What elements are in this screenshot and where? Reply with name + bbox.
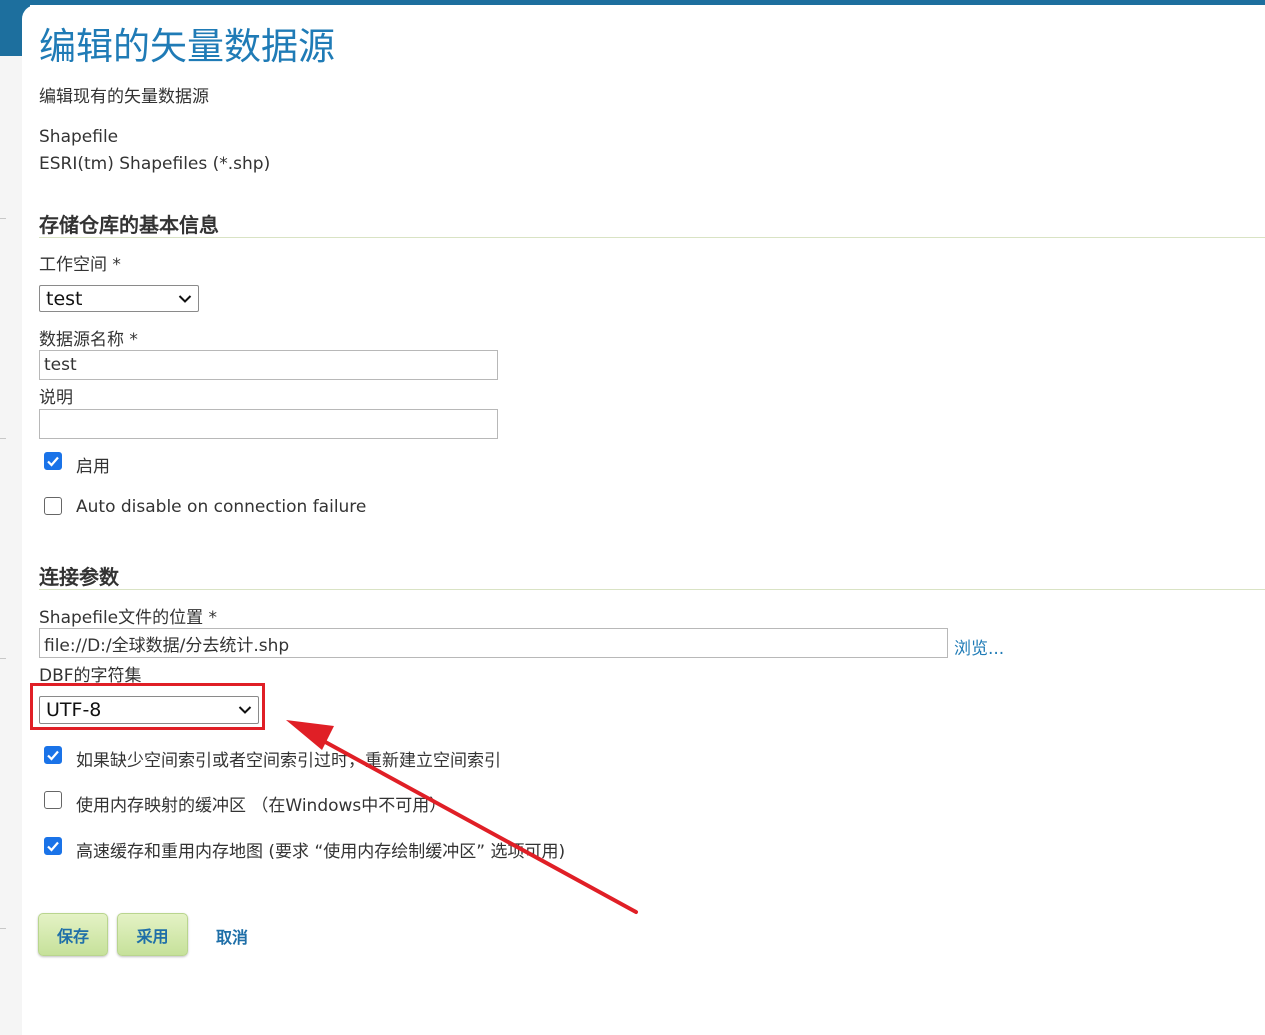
datastore-type: Shapefile xyxy=(39,127,119,147)
datastore-name-input[interactable]: test xyxy=(39,350,498,380)
charset-select-value: UTF-8 xyxy=(46,699,102,721)
section-divider xyxy=(39,237,1265,238)
datastore-description: ESRI(tm) Shapefiles (*.shp) xyxy=(39,154,271,174)
section-title-connection: 连接参数 xyxy=(39,565,119,589)
cancel-link[interactable]: 取消 xyxy=(216,924,248,948)
auto-disable-checkbox[interactable] xyxy=(44,497,62,515)
section-title-basic-info: 存储仓库的基本信息 xyxy=(39,213,219,237)
enabled-checkbox[interactable] xyxy=(44,452,62,470)
browse-link[interactable]: 浏览... xyxy=(954,634,1004,659)
datastore-name-value: test xyxy=(44,355,77,375)
rebuild-spatial-index-checkbox[interactable] xyxy=(44,746,62,764)
shapefile-location-value: file://D:/全球数据/分去统计.shp xyxy=(44,635,290,656)
charset-select[interactable]: UTF-8 xyxy=(39,696,259,724)
chevron-down-icon xyxy=(238,706,252,714)
enabled-label: 启用 xyxy=(76,457,110,477)
shapefile-location-input[interactable]: file://D:/全球数据/分去统计.shp xyxy=(39,628,948,658)
checkmark-icon xyxy=(47,841,59,852)
workspace-select-value: test xyxy=(46,287,83,310)
memory-mapped-buffer-label: 使用内存映射的缓冲区 （在Windows中不可用） xyxy=(76,796,447,816)
sidebar-tick xyxy=(0,658,6,659)
datastore-name-label: 数据源名称 * xyxy=(39,330,138,350)
workspace-select[interactable]: test xyxy=(39,285,199,312)
page-subtitle: 编辑现有的矢量数据源 xyxy=(39,87,209,107)
rebuild-spatial-index-label: 如果缺少空间索引或者空间索引过时，重新建立空间索引 xyxy=(76,751,501,771)
checkmark-icon xyxy=(47,750,59,761)
workspace-label: 工作空间 * xyxy=(39,255,121,275)
sidebar-tick xyxy=(0,928,6,929)
sidebar-tick xyxy=(0,438,6,439)
section-divider xyxy=(39,589,1265,590)
description-input[interactable] xyxy=(39,409,498,439)
memory-mapped-buffer-checkbox[interactable] xyxy=(44,791,62,809)
save-button[interactable]: 保存 xyxy=(38,913,108,956)
checkmark-icon xyxy=(47,456,59,467)
shapefile-location-label: Shapefile文件的位置 * xyxy=(39,608,218,628)
cache-memory-maps-checkbox[interactable] xyxy=(44,837,62,855)
apply-button[interactable]: 采用 xyxy=(117,913,188,956)
sidebar-tick xyxy=(0,218,6,219)
auto-disable-label: Auto disable on connection failure xyxy=(76,497,367,517)
left-sidebar-strip xyxy=(0,0,23,1035)
chevron-down-icon xyxy=(178,294,192,303)
page-title: 编辑的矢量数据源 xyxy=(39,25,335,68)
description-label: 说明 xyxy=(39,388,73,408)
cache-memory-maps-label: 高速缓存和重用内存地图 (要求 “使用内存绘制缓冲区” 选项可用) xyxy=(76,842,566,862)
